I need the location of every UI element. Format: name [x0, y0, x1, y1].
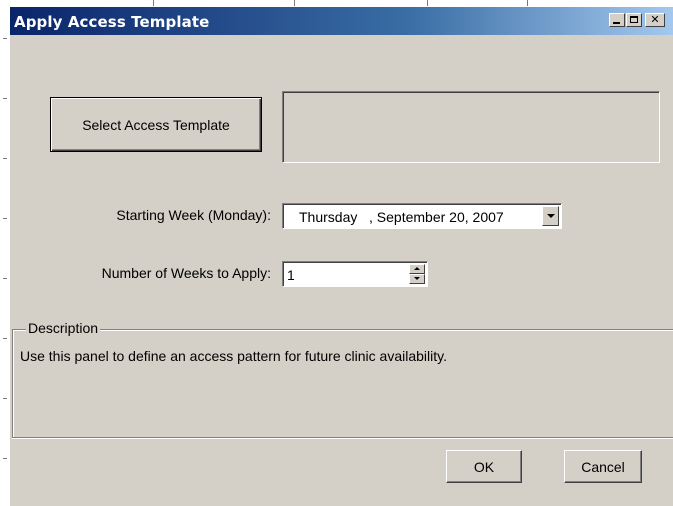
desktop-tick [3, 278, 7, 279]
desktop-background-left [0, 0, 9, 503]
minimize-icon [613, 22, 620, 24]
description-group-border-highlight [12, 438, 673, 439]
apply-access-template-dialog: Apply Access Template ✕ Select Access Te… [9, 6, 673, 506]
window-title: Apply Access Template [14, 13, 210, 31]
maximize-button[interactable] [626, 13, 642, 27]
ok-button[interactable]: OK [446, 450, 522, 483]
desktop-tick [3, 218, 7, 219]
desktop-tick [3, 338, 7, 339]
desktop-tick [3, 398, 7, 399]
arrow-up-icon [414, 267, 420, 270]
arrow-down-icon [414, 277, 420, 280]
ok-button-label: OK [473, 458, 495, 475]
description-group [12, 329, 673, 439]
select-access-template-label: Select Access Template [82, 116, 230, 133]
weeks-to-apply-value[interactable]: 1 [287, 267, 295, 283]
weeks-to-apply-stepper[interactable]: 1 [282, 261, 428, 287]
maximize-icon [630, 16, 638, 23]
stepper-increment-button[interactable] [409, 264, 425, 274]
desktop-tick [3, 38, 7, 39]
date-dropdown-button[interactable] [542, 206, 559, 226]
desktop-tick [3, 158, 7, 159]
description-text: Use this panel to define an access patte… [20, 348, 447, 364]
chevron-down-icon [547, 214, 555, 218]
starting-week-date-picker[interactable]: Thursday , September 20, 2007 [282, 203, 562, 229]
select-access-template-button[interactable]: Select Access Template [50, 97, 262, 152]
weeks-to-apply-label: Number of Weeks to Apply: [101, 265, 271, 281]
description-legend: Description [26, 320, 101, 336]
selected-template-display [282, 91, 660, 163]
close-icon: ✕ [650, 13, 660, 26]
minimize-button[interactable] [609, 13, 625, 27]
cancel-button[interactable]: Cancel [564, 450, 642, 483]
cancel-button-label: Cancel [581, 458, 625, 475]
title-bar[interactable]: Apply Access Template ✕ [10, 7, 673, 35]
starting-week-label: Starting Week (Monday): [116, 207, 271, 223]
starting-week-value[interactable]: Thursday , September 20, 2007 [299, 209, 504, 225]
close-button[interactable]: ✕ [645, 13, 665, 27]
stepper-decrement-button[interactable] [409, 274, 425, 284]
desktop-tick [3, 458, 7, 459]
desktop-tick [3, 98, 7, 99]
